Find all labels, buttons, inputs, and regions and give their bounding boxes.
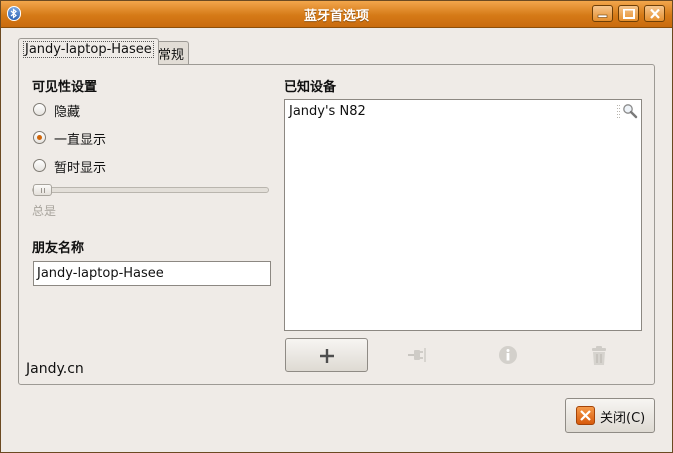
radio-temporary-visible-indicator[interactable]	[33, 159, 46, 172]
connect-device-button[interactable]	[375, 338, 458, 372]
friendly-name-input[interactable]: Jandy-laptop-Hasee	[33, 261, 271, 286]
radio-hidden-indicator[interactable]	[33, 103, 46, 116]
radio-temporary-visible-label: 暂时显示	[54, 161, 107, 176]
plug-icon	[408, 348, 426, 362]
footer-watermark-text: Jandy.cn	[26, 361, 84, 377]
close-button-label: 关闭(C)	[600, 411, 646, 426]
search-icon[interactable]	[615, 102, 639, 122]
known-devices-list[interactable]: Jandy's N82	[284, 99, 642, 331]
device-info-button[interactable]	[466, 338, 549, 372]
close-icon	[576, 406, 595, 425]
delete-device-button[interactable]	[557, 338, 640, 372]
title-bar[interactable]: 蓝牙首选项	[1, 1, 672, 28]
timeout-slider-thumb[interactable]	[33, 184, 52, 196]
close-button[interactable]: 关闭(C)	[565, 398, 655, 433]
minimize-icon	[597, 14, 608, 18]
list-item[interactable]: Jandy's N82	[289, 104, 366, 119]
tab-general-label: 常规	[158, 48, 185, 63]
known-devices-heading: 已知设备	[284, 80, 337, 95]
close-x-icon	[650, 9, 660, 19]
visibility-heading: 可见性设置	[32, 80, 98, 95]
timeout-slider-caption: 总是	[32, 204, 57, 218]
friendly-name-heading: 朋友名称	[32, 241, 85, 256]
tab-adapter-label: Jandy-laptop-Hasee	[23, 41, 154, 58]
timeout-slider-track[interactable]	[32, 187, 269, 193]
plus-icon	[320, 349, 334, 363]
minimize-button[interactable]	[592, 5, 613, 22]
trash-icon	[592, 346, 606, 365]
window-title: 蓝牙首选项	[303, 9, 369, 24]
radio-hidden-label: 隐藏	[54, 105, 81, 120]
add-device-button[interactable]	[285, 338, 368, 372]
radio-always-visible-indicator[interactable]	[33, 131, 46, 144]
info-icon	[499, 346, 517, 364]
bluetooth-preferences-window: 蓝牙首选项 Jandy-laptop-Hasee 常规 可见性设置 隐藏 一直显…	[0, 0, 673, 453]
radio-always-visible-label: 一直显示	[54, 133, 107, 148]
maximize-icon	[623, 9, 635, 19]
window-close-button[interactable]	[644, 5, 665, 22]
maximize-button[interactable]	[618, 5, 639, 22]
tab-adapter[interactable]: Jandy-laptop-Hasee	[18, 38, 159, 65]
